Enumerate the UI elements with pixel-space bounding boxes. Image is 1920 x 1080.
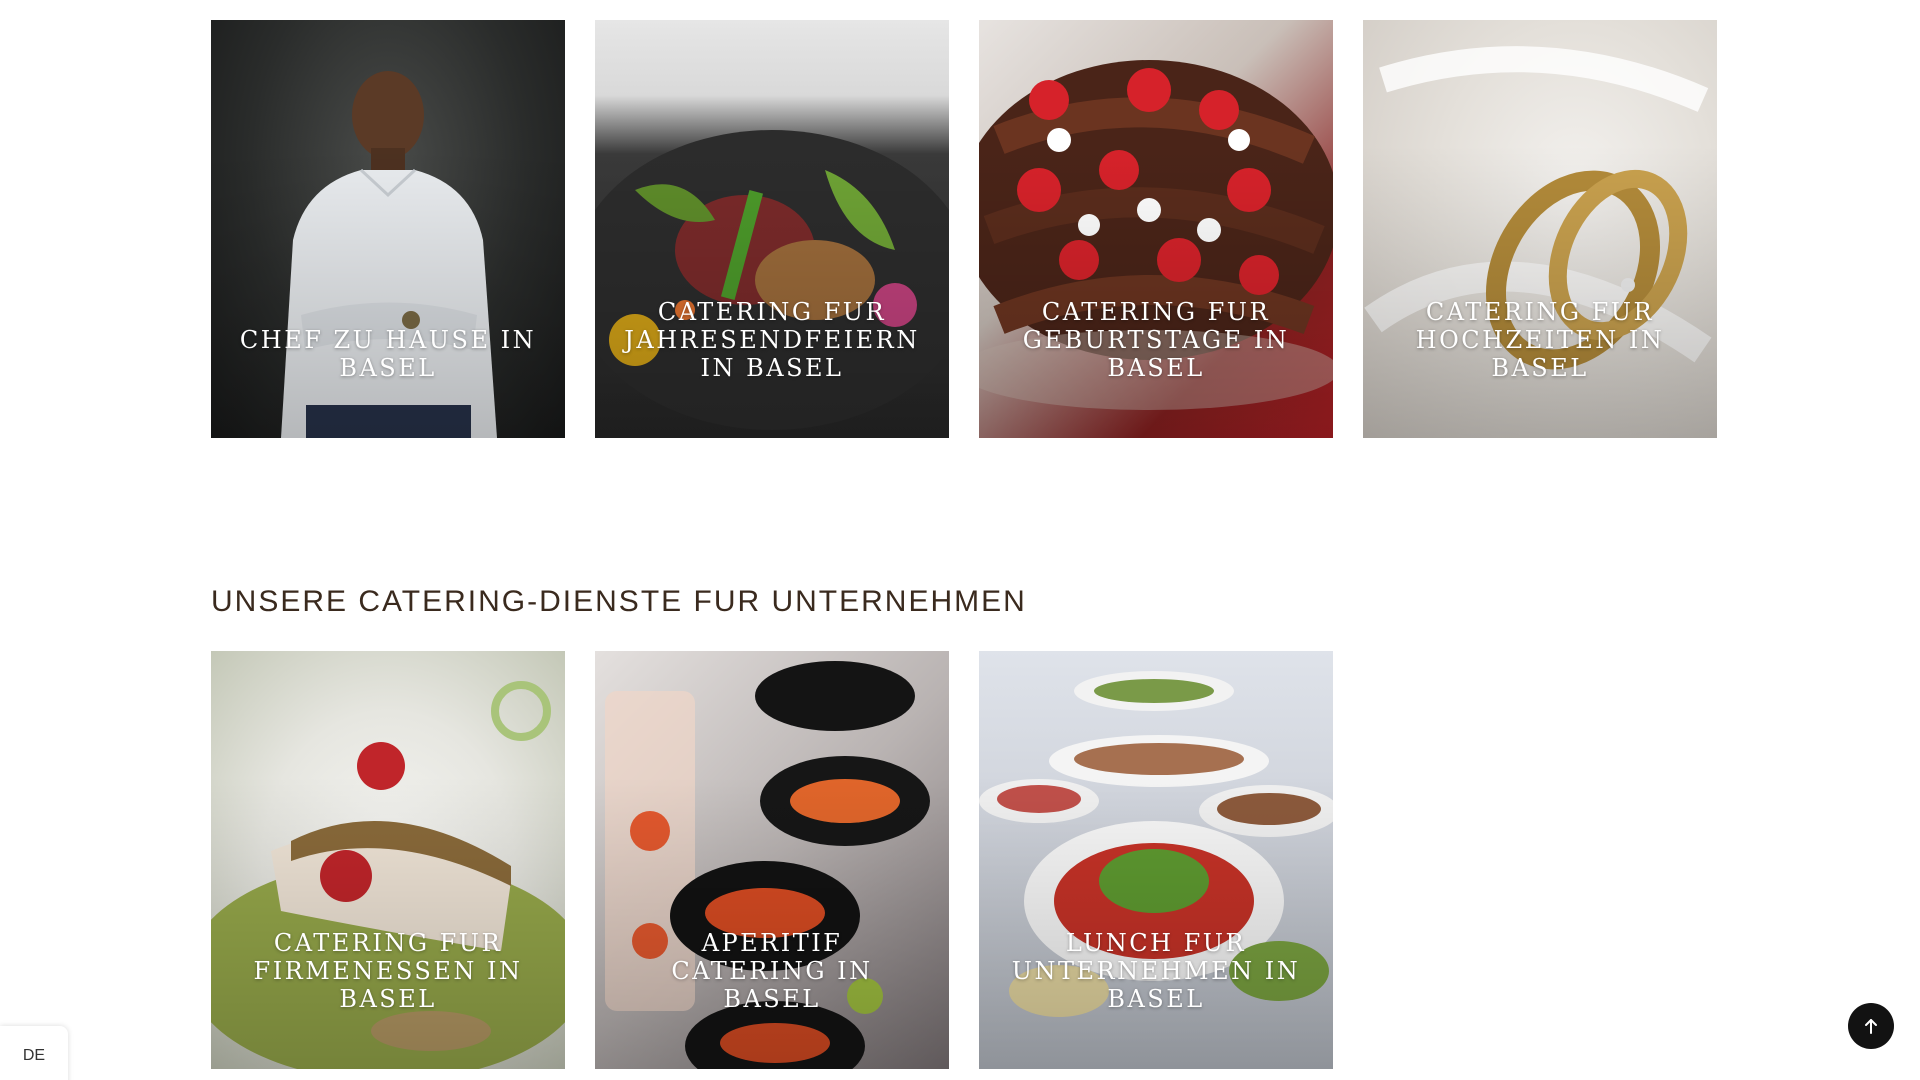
service-card-lunch[interactable]: LUNCH FUR UNTERNEHMEN IN BASEL	[979, 651, 1333, 1069]
service-card-title: CATERING FUR HOCHZEITEN IN BASEL	[1415, 298, 1665, 382]
language-label: DE	[22, 1047, 46, 1064]
arrow-up-icon	[1865, 1019, 1877, 1034]
service-card-aperitif[interactable]: APERITIF CATERING IN BASEL	[595, 651, 949, 1069]
service-card-year-end[interactable]: CATERING FUR JAHRESENDFEIERN IN BASEL	[595, 20, 949, 438]
service-card-wedding[interactable]: CATERING FUR HOCHZEITEN IN BASEL	[1363, 20, 1717, 438]
scroll-to-top-button[interactable]	[1848, 1003, 1894, 1049]
service-grid-corporate: CATERING FUR FIRMENESSEN IN BASEL APERIT…	[211, 651, 1717, 1069]
service-card-birthday[interactable]: CATERING FUR GEBURTSTAGE IN BASEL	[979, 20, 1333, 438]
language-switcher[interactable]: DE	[0, 1026, 68, 1080]
service-card-title: APERITIF CATERING IN BASEL	[671, 929, 873, 1013]
service-card-title: CHEF ZU HAUSE IN BASEL	[239, 326, 537, 382]
page: CHEF ZU HAUSE IN BASEL CATERING FUR JAHR…	[0, 0, 1920, 1080]
service-card-company-dinner[interactable]: CATERING FUR FIRMENESSEN IN BASEL	[211, 651, 565, 1069]
service-card-title: CATERING FUR GEBURTSTAGE IN BASEL	[1022, 298, 1290, 382]
service-card-title: LUNCH FUR UNTERNEHMEN IN BASEL	[1011, 929, 1301, 1013]
service-grid-top: CHEF ZU HAUSE IN BASEL CATERING FUR JAHR…	[211, 20, 1717, 438]
service-card-chef-home[interactable]: CHEF ZU HAUSE IN BASEL	[211, 20, 565, 438]
section-heading-corporate: UNSERE CATERING-DIENSTE FUR UNTERNEHMEN	[211, 585, 1027, 618]
service-card-title: CATERING FUR FIRMENESSEN IN BASEL	[253, 929, 523, 1013]
service-card-title: CATERING FUR JAHRESENDFEIERN IN BASEL	[624, 298, 920, 382]
